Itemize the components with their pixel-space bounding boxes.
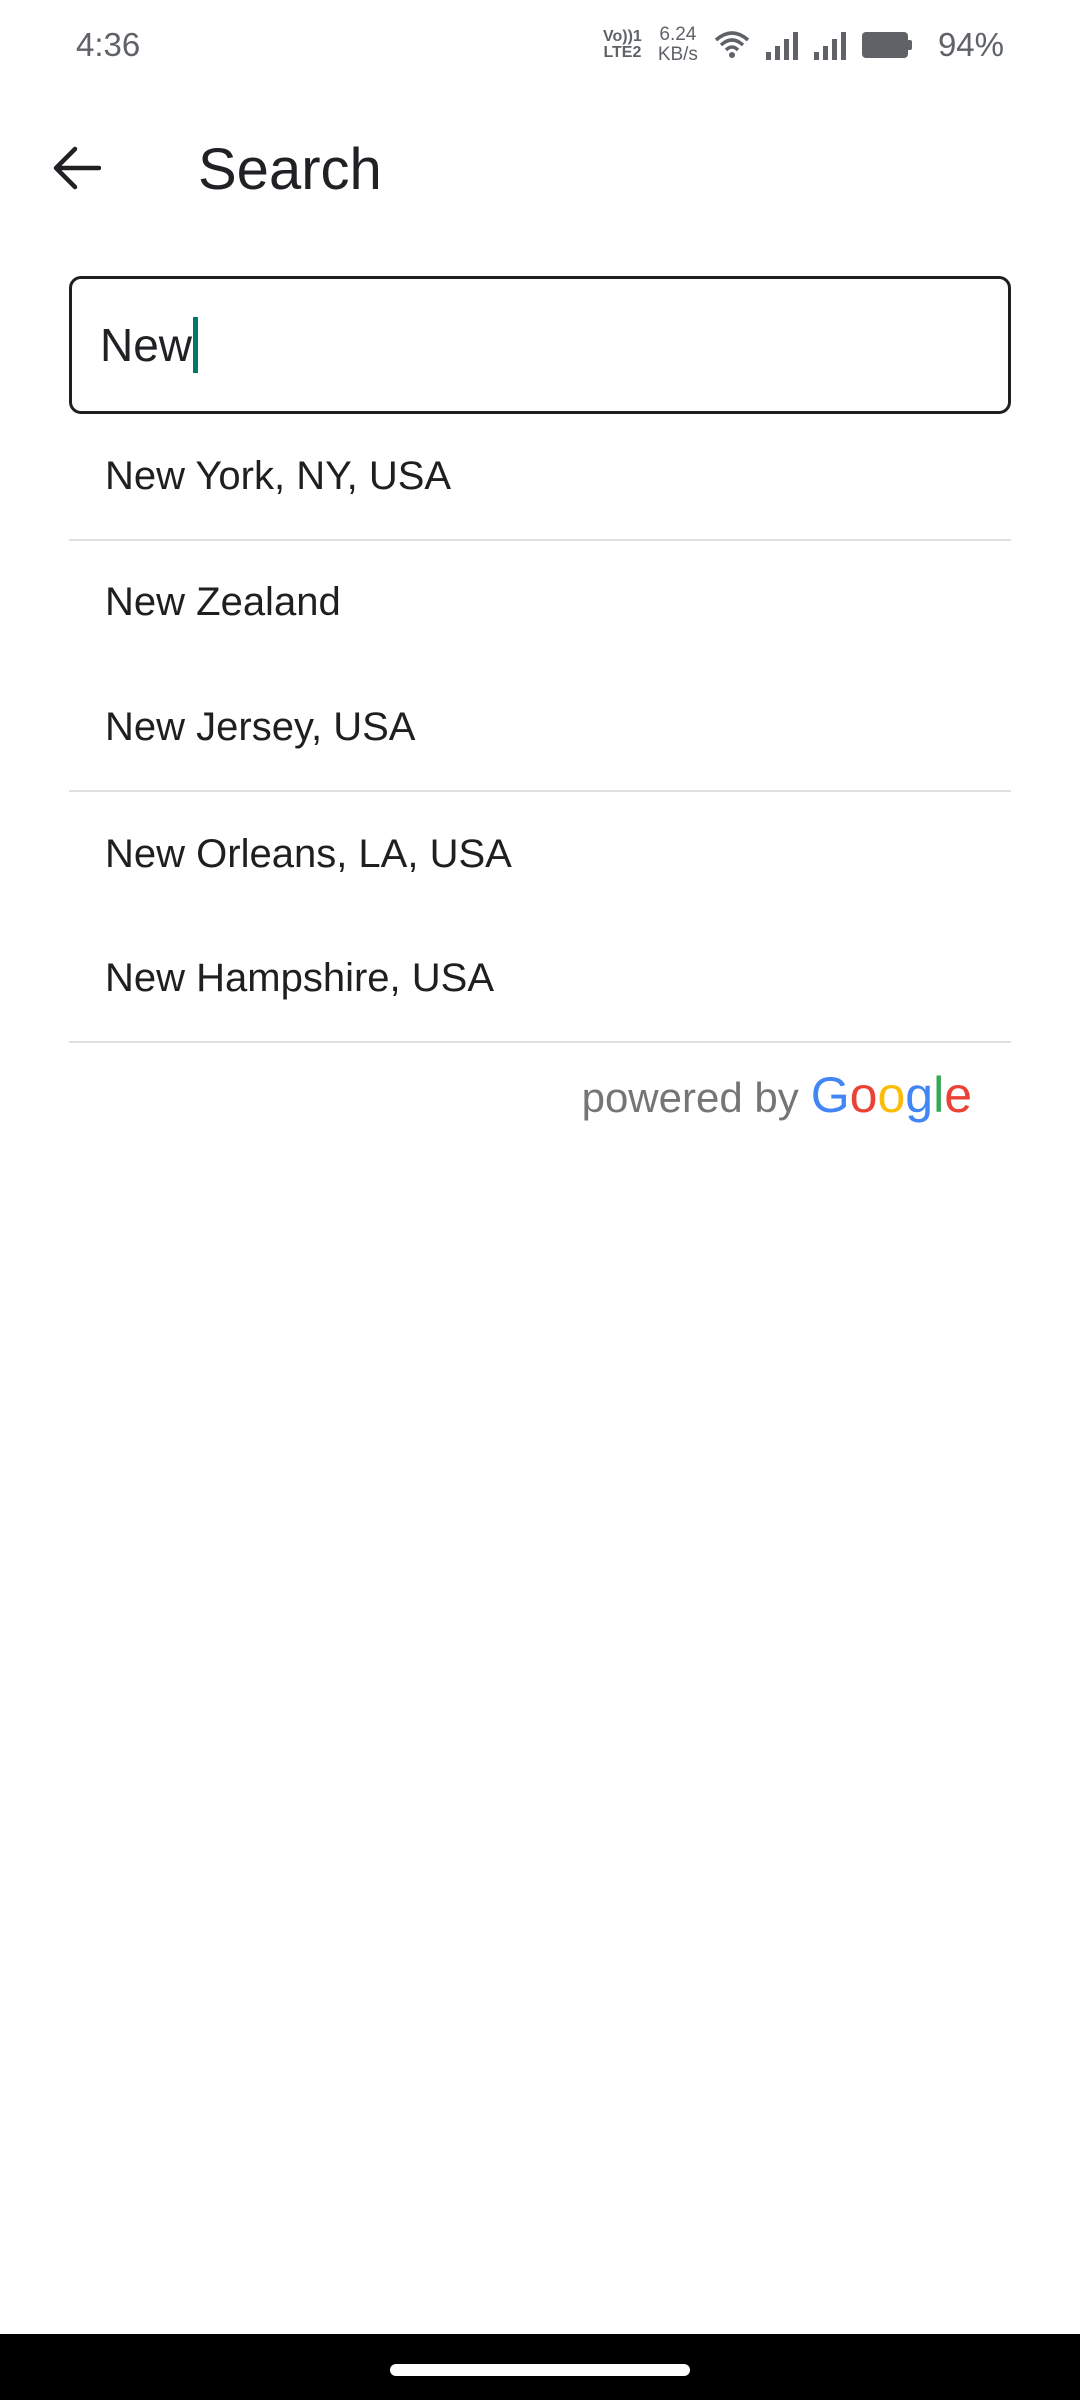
suggestion-item[interactable]: New Zealand — [69, 541, 1011, 666]
signal-icon — [813, 30, 846, 60]
network-speed: 6.24 KB/s — [657, 24, 698, 65]
home-gesture-handle[interactable] — [390, 2364, 690, 2376]
google-logo-letter: o — [849, 1067, 878, 1123]
back-button[interactable] — [44, 140, 108, 196]
google-attribution: powered by Google — [582, 1066, 972, 1124]
search-input[interactable]: New — [69, 276, 1011, 414]
divider — [69, 1040, 1011, 1043]
suggestion-item[interactable]: New Hampshire, USA — [69, 916, 1011, 1041]
google-logo-letter: l — [933, 1067, 945, 1123]
status-bar: 4:36 Vo))1 LTE2 6.24 KB/s 94% — [0, 0, 1080, 90]
suggestion-item[interactable]: New York, NY, USA — [69, 414, 1011, 539]
google-logo-letter: e — [944, 1067, 972, 1123]
search-input-value: New — [100, 319, 193, 371]
suggestion-item[interactable]: New Orleans, LA, USA — [69, 792, 1011, 917]
google-logo-letter: G — [810, 1067, 850, 1123]
google-logo-letter: o — [877, 1067, 906, 1123]
suggestions-list: New York, NY, USA New Zealand New Jersey… — [69, 414, 1011, 1043]
page-title: Search — [198, 137, 382, 202]
battery-percent: 94% — [937, 26, 1004, 63]
status-time: 4:36 — [76, 26, 141, 63]
wifi-icon — [714, 31, 750, 58]
text-cursor — [193, 317, 199, 373]
battery-icon — [861, 32, 912, 58]
google-logo-letter: g — [905, 1067, 934, 1123]
navigation-bar — [0, 2334, 1080, 2400]
arrow-left-icon — [53, 146, 101, 190]
google-logo: Google — [811, 1066, 972, 1124]
powered-by-label: powered by — [581, 1074, 799, 1121]
app-bar: Search — [0, 118, 1080, 218]
volte-icon: Vo))1 LTE2 — [603, 28, 642, 61]
suggestion-item[interactable]: New Jersey, USA — [69, 665, 1011, 790]
signal-icon — [765, 30, 798, 60]
status-icons: Vo))1 LTE2 6.24 KB/s 94% — [603, 25, 1004, 65]
